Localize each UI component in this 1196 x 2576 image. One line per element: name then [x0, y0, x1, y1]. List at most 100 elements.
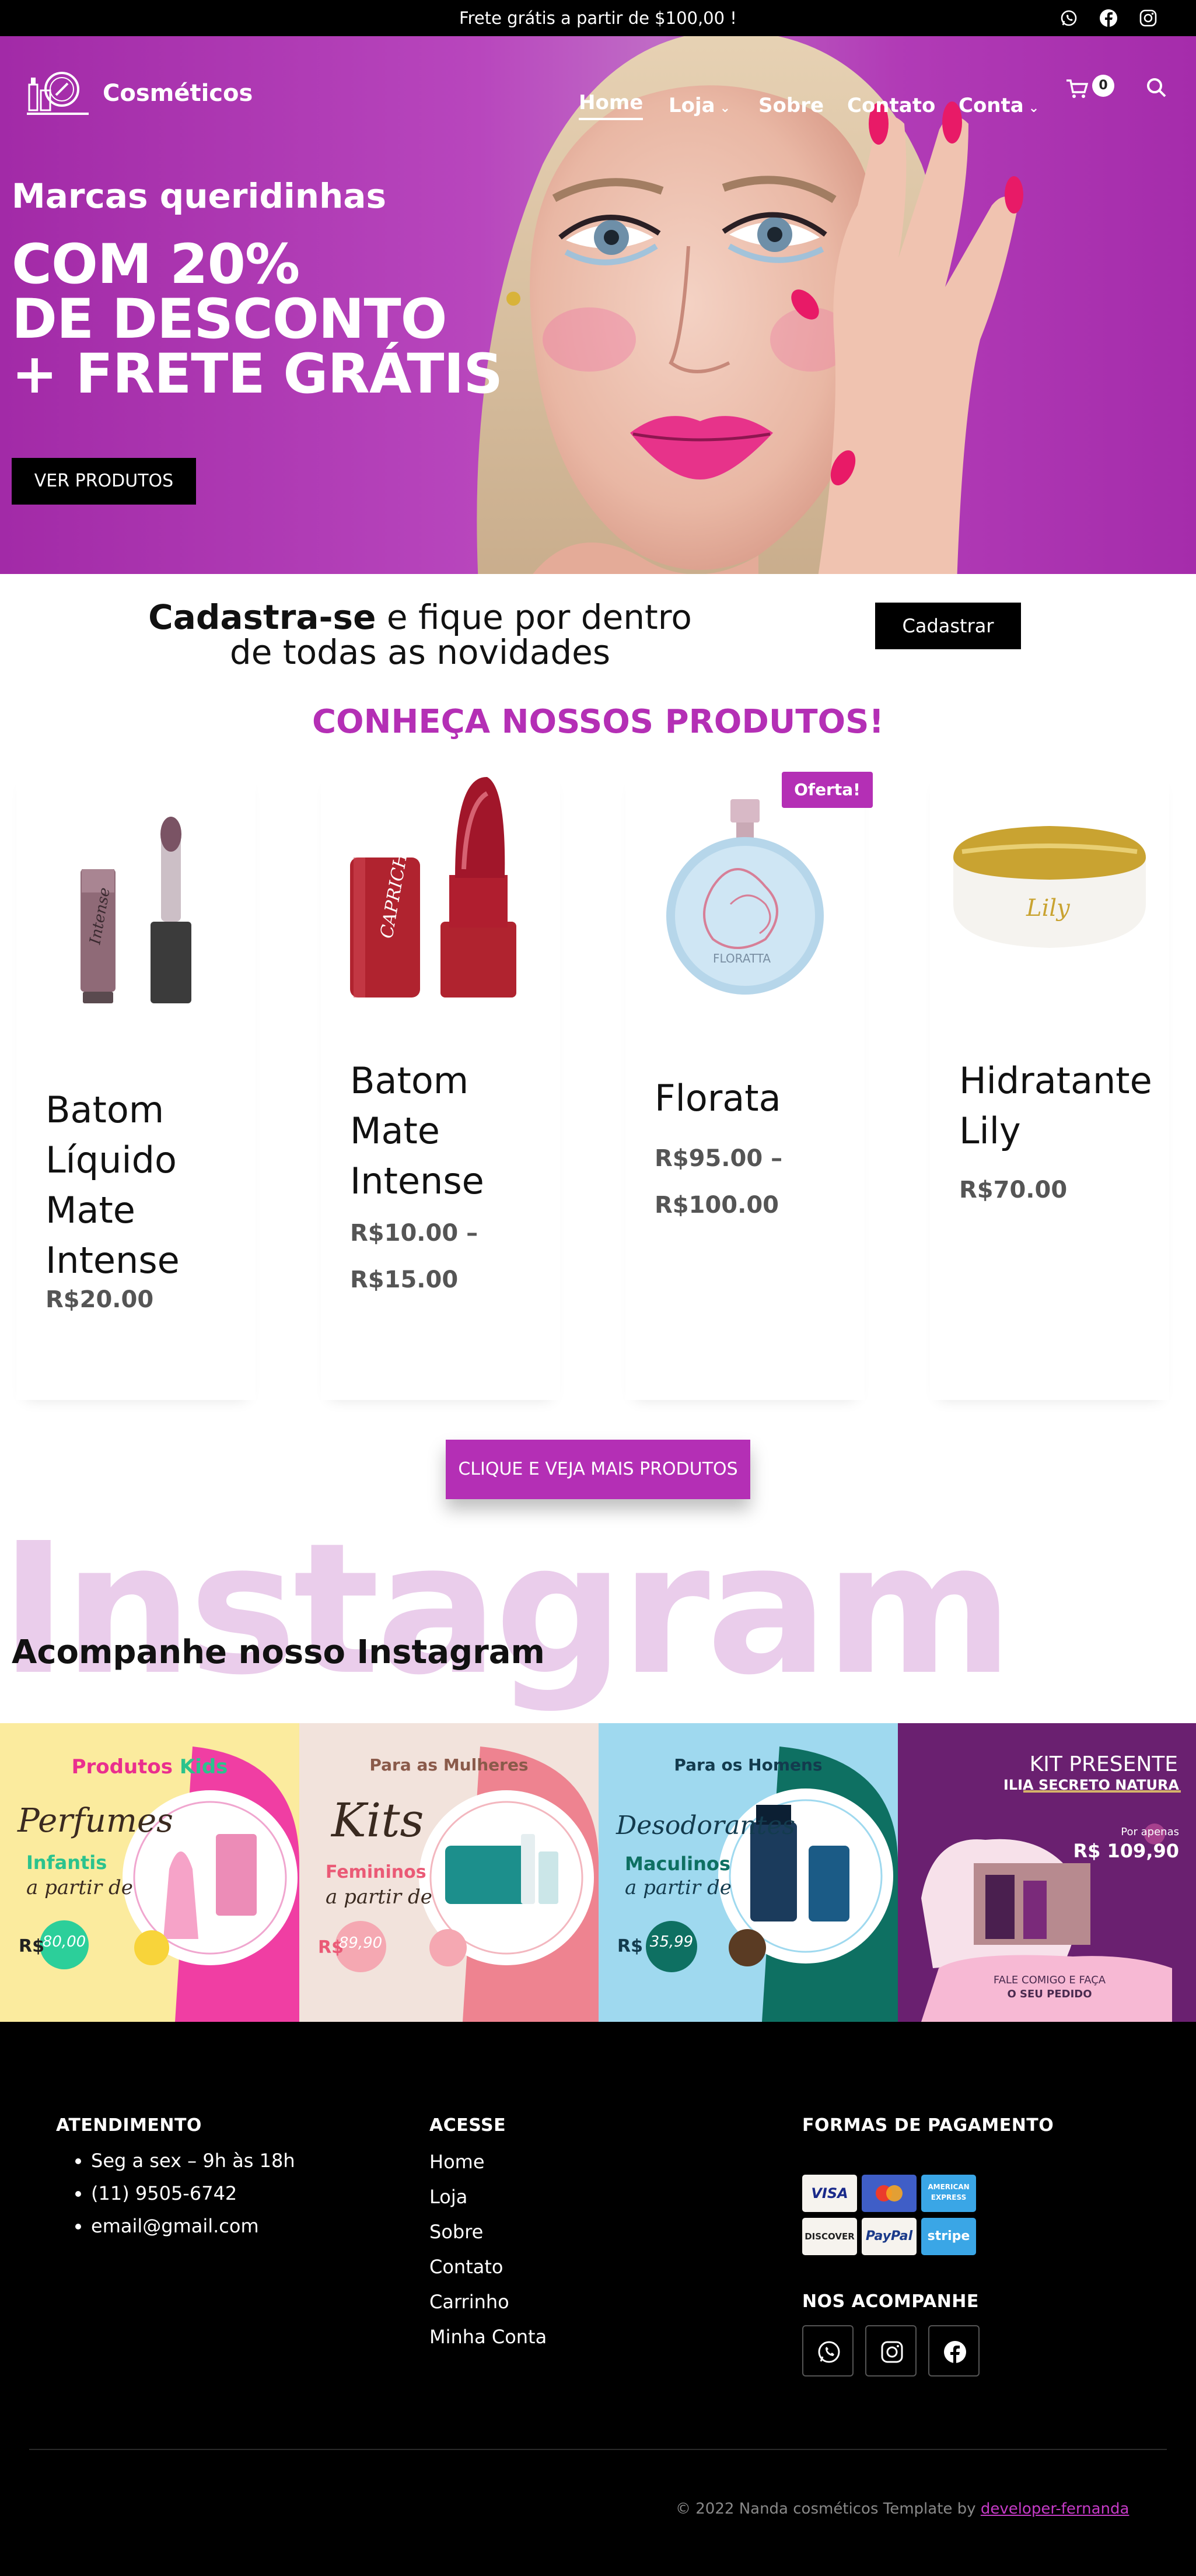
footer-atendimento-title: ATENDIMENTO	[56, 2115, 202, 2136]
tile-currency: R$	[617, 1936, 643, 1957]
nav-sobre[interactable]: Sobre	[758, 94, 824, 117]
hero-title-line: COM 20%	[12, 233, 300, 296]
tile-title: Produtos Kids	[0, 1755, 299, 1779]
copyright: © 2022 Nanda cosméticos Template by deve…	[676, 2500, 1129, 2518]
tile-bottom-line: FALE COMIGO E FAÇA	[993, 1974, 1106, 1986]
product-title-line: Batom	[46, 1088, 165, 1131]
footer-acesse-title: ACESSE	[429, 2115, 506, 2136]
instagram-post-homens[interactable]: Para os Homens Desodorantes Maculinos a …	[599, 1723, 898, 2022]
chevron-down-icon: ⌄	[719, 101, 731, 116]
tile-price: R$ 109,90	[1073, 1840, 1179, 1862]
amex-icon: AMERICAN EXPRESS	[921, 2175, 976, 2212]
mastercard-icon	[862, 2175, 917, 2212]
instagram-icon[interactable]	[1139, 9, 1157, 27]
product-title-line: Intense	[350, 1160, 484, 1202]
tile-title-part: Produtos	[71, 1755, 173, 1779]
product-price-line: R$15.00	[350, 1266, 459, 1293]
product-price: R$95.00 – R$100.00	[655, 1135, 782, 1228]
product-image-lipstick: CAPRICHO	[350, 776, 516, 998]
tile-title: Para os Homens	[674, 1755, 823, 1774]
footer-link-sobre[interactable]: Sobre	[429, 2214, 547, 2249]
instagram-icon	[881, 2341, 903, 2363]
product-card[interactable]: CAPRICHO Batom Mate Intense R$10.00 – R$…	[321, 770, 560, 1400]
product-image-florata: FLORATTA	[666, 799, 824, 995]
product-price: R$10.00 – R$15.00	[350, 1210, 478, 1303]
tile-script2: a partir de	[326, 1885, 432, 1909]
cart-count-badge: 0	[1092, 75, 1114, 97]
nav-contato[interactable]: Contato	[847, 94, 935, 117]
tile-bottom-line: O SEU PEDIDO	[1007, 1988, 1092, 2000]
cart-button[interactable]: 0	[1065, 71, 1115, 106]
hero-subtitle: Marcas queridinhas	[12, 176, 386, 216]
hero-banner: Cosméticos Home Loja ⌄ Sobre Contato Cont…	[0, 36, 1196, 574]
instagram-post-kids[interactable]: Produtos Kids Perfumes Infantis a partir…	[0, 1723, 299, 2022]
paypal-icon: PayPal	[862, 2218, 917, 2255]
visa-icon: VISA	[802, 2175, 857, 2212]
tile-price: 89,90	[338, 1934, 383, 1952]
facebook-icon	[944, 2341, 966, 2363]
product-title-line: Hidratante	[959, 1059, 1152, 1102]
product-image-label: Lily	[1026, 895, 1071, 922]
newsletter-line2: de todas as novidades	[229, 632, 611, 672]
discover-icon: DISCOVER	[802, 2218, 857, 2255]
sale-badge: Oferta!	[782, 772, 873, 808]
product-card[interactable]: FLORATTA Florata R$95.00 – R$100.00	[625, 770, 865, 1400]
products-heading: CONHEÇA NOSSOS PRODUTOS!	[312, 703, 884, 741]
newsletter-bold: Cadastra-se	[148, 597, 376, 637]
footer-link-carrinho[interactable]: Carrinho	[429, 2284, 547, 2319]
developer-link[interactable]: developer-fernanda	[981, 2500, 1129, 2518]
footer-hours: Seg a sex – 9h às 18h	[91, 2144, 295, 2177]
cart-icon	[1066, 79, 1089, 98]
footer-link-loja[interactable]: Loja	[429, 2179, 547, 2214]
tile-title: Para as Mulheres	[369, 1755, 529, 1774]
product-price-line: R$70.00	[959, 1177, 1068, 1203]
tile-accent: Maculinos	[625, 1853, 730, 1875]
copyright-text: © 2022 Nanda cosméticos Template by	[676, 2500, 981, 2518]
tile-price: 35,99	[649, 1933, 694, 1951]
tile-price: 80,00	[42, 1933, 86, 1951]
search-icon[interactable]	[1145, 76, 1168, 99]
newsletter-text-rest: e fique por dentro	[376, 597, 692, 637]
ver-mais-produtos-button[interactable]: CLIQUE E VEJA MAIS PRODUTOS	[446, 1440, 750, 1499]
footer-link-home[interactable]: Home	[429, 2144, 547, 2179]
instagram-post-mulheres[interactable]: Para as Mulheres Kits Femininos a partir…	[299, 1723, 599, 2022]
product-title-line: Líquido	[46, 1139, 177, 1181]
whatsapp-icon[interactable]	[1059, 9, 1078, 27]
newsletter-text: Cadastra-se e fique por dentro de todas …	[0, 600, 840, 670]
site-footer: ATENDIMENTO Seg a sex – 9h às 18h (11) 9…	[0, 2022, 1196, 2576]
tile-title-part: Kids	[179, 1755, 228, 1779]
product-card[interactable]: Lily Hidratante Lily R$70.00	[930, 770, 1169, 1400]
tile-script: Desodorantes	[616, 1811, 795, 1840]
hero-title: COM 20% DE DESCONTO + FRETE GRÁTIS	[12, 233, 503, 402]
footer-link-contato[interactable]: Contato	[429, 2249, 547, 2284]
facebook-icon[interactable]	[1099, 9, 1118, 27]
ver-produtos-button[interactable]: VER PRODUTOS	[12, 458, 196, 505]
product-title-line: Lily	[959, 1110, 1021, 1152]
footer-social-title: NOS ACOMPANHE	[802, 2291, 979, 2312]
instagram-watermark-text: Instagram	[0, 1504, 1013, 1715]
footer-link-minha-conta[interactable]: Minha Conta	[429, 2319, 547, 2354]
stripe-icon: stripe	[921, 2218, 976, 2255]
product-price: R$70.00	[959, 1167, 1067, 1213]
chevron-down-icon: ⌄	[1028, 101, 1040, 116]
tile-script: Perfumes	[18, 1802, 173, 1840]
instagram-post-kit-presente[interactable]: KIT PRESENTE ILIA SECRETO NATURA Por ape…	[898, 1723, 1196, 2022]
footer-instagram-button[interactable]	[865, 2325, 917, 2376]
hero-title-line: DE DESCONTO	[12, 288, 447, 351]
nav-loja[interactable]: Loja ⌄	[669, 94, 730, 117]
footer-whatsapp-button[interactable]	[802, 2325, 854, 2376]
product-title-line: Florata	[655, 1077, 781, 1119]
shipping-message: Frete grátis a partir de $100,00 !	[459, 8, 737, 28]
nav-conta[interactable]: Conta ⌄	[959, 94, 1039, 117]
cadastrar-button[interactable]: Cadastrar	[875, 603, 1021, 649]
product-price-line: R$95.00 –	[655, 1145, 783, 1172]
tile-accent: Infantis	[26, 1852, 107, 1874]
product-price-line: R$10.00 –	[350, 1220, 478, 1247]
top-bar: Frete grátis a partir de $100,00 !	[0, 0, 1196, 36]
nav-home[interactable]: Home	[579, 91, 644, 120]
footer-facebook-button[interactable]	[928, 2325, 980, 2376]
product-title-line: Mate	[350, 1110, 440, 1152]
tile-script2: a partir de	[625, 1876, 732, 1899]
product-card[interactable]: Intense Batom Líquido Mate Intense R$20.…	[16, 770, 256, 1400]
product-image-liquid-lipstick: Intense	[81, 817, 191, 1003]
